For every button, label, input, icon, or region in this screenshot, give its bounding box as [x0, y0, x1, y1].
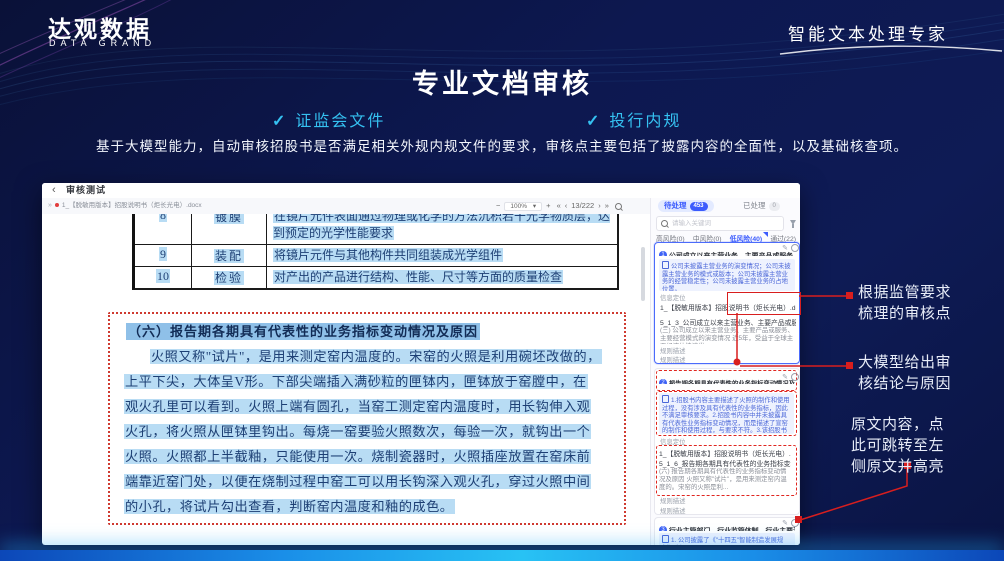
dismiss-icon[interactable] — [791, 373, 799, 381]
filter-funnel-icon[interactable] — [790, 220, 796, 225]
done-count-badge: 0 — [769, 202, 780, 211]
tab-toolbar-row: »1_【脱敏用版本】招股说明书（炬长光电）.docx −100% ▾ + « ‹13… — [42, 198, 650, 215]
doc-icon — [662, 395, 669, 403]
rule-desc-label[interactable]: 规则描述 — [660, 496, 686, 505]
slide-description: 基于大模型能力，自动审核招股书是否满足相关外规内规文件的要求，审核点主要包括了披… — [0, 135, 1004, 155]
card-number-badge: 3 — [659, 526, 667, 531]
expand-icon[interactable]: » — [48, 202, 52, 209]
tab-done[interactable]: 已处理0 — [743, 200, 780, 212]
dismiss-icon[interactable] — [791, 244, 799, 252]
audit-point-title: 公司成立以来主营业务、主要产品或服务、主要... — [669, 253, 795, 256]
chevron-down-icon: ▾ — [533, 203, 536, 210]
check-icon: ✓ — [586, 113, 601, 130]
audit-result: 1. 公司披露了《"十四五"智能制造发展规划》（中国... — [659, 533, 795, 545]
edit-icon[interactable]: ✎ — [782, 374, 788, 381]
card-number-badge: 1 — [659, 251, 667, 256]
audit-result: 1.招股书内容主要描述了火照的制作和使用过程，没有涉及具有代表性的业务指标，因此… — [659, 393, 794, 434]
table-row: 10 检验 对产出的产品进行结构、性能、尺寸等方面的质量检查 — [135, 266, 617, 288]
audit-point-ref[interactable]: 5_1_6_报告期各期具有代表性的业务指标变动情况及原因 — [659, 458, 791, 468]
tagline-underline — [778, 42, 1004, 58]
first-page-button[interactable]: « — [557, 201, 561, 210]
pending-count-badge: 453 — [690, 202, 708, 211]
audit-point-title: 报告期各期具有代表性的业务指标变动情况及原因 — [669, 380, 795, 384]
zoom-level[interactable]: 100% ▾ — [504, 202, 542, 211]
source-file-link[interactable]: 1_【脱敏用版本】招股说明书（炬长光电）.docx — [659, 448, 791, 458]
edit-icon[interactable]: ✎ — [782, 520, 788, 527]
audit-point-title: 行业主管部门、行业监管体制、行业主要法律法... — [669, 528, 795, 531]
audit-card-3[interactable]: 3行业主管部门、行业监管体制、行业主要法律法... ✎ 1. 公司披露了《"十四… — [654, 517, 800, 545]
bullet-internal: ✓投行内规 — [586, 107, 681, 131]
slide: 达观数据 DATA GRAND 智能文本处理专家 专业文档审核 ✓证监会文件 ✓… — [0, 0, 1004, 561]
table-row: 8 镀膜 在镜片元件表面通过物理或化学的方法沉积若干光学物质层，达到预定的光学性… — [135, 214, 617, 244]
section7-heading: （七）主要产品和业务符合产业政策和国家经济发展战略的情况 — [125, 539, 519, 540]
doc-icon — [662, 261, 669, 269]
back-icon[interactable]: ‹ — [52, 183, 56, 197]
logo-en: DATA GRAND — [49, 38, 156, 48]
rule-desc-label[interactable]: 规则描述 — [660, 346, 686, 355]
next-page-button[interactable]: › — [598, 201, 601, 210]
page-indicator: 13/222 — [571, 201, 594, 210]
annotation-llm-conclusion: 大模型给出审核结论与原因 — [858, 352, 954, 394]
source-excerpt[interactable]: (六) 报告期各期具有代表性的业务指标变动情况及原因 火照又称"试片"，是用来测… — [659, 468, 791, 492]
annotation-source-jump: 原文内容，点此可跳转至左侧原文并高亮 — [851, 414, 947, 477]
file-tab[interactable]: »1_【脱敏用版本】招股说明书（炬长光电）.docx — [48, 198, 202, 214]
unsaved-dot-icon — [55, 203, 59, 207]
highlight-annotation-box: （六）报告期各期具有代表性的业务指标变动情况及原因 火照又称"试片"，是用来测定… — [108, 312, 626, 525]
last-page-button[interactable]: » — [605, 201, 609, 210]
app-title: 审核测试 — [66, 183, 106, 198]
zoom-in-button[interactable]: + — [546, 201, 550, 210]
document-viewer[interactable]: 8 镀膜 在镜片元件表面通过物理或化学的方法沉积若干光学物质层，达到预定的光学性… — [42, 214, 650, 540]
section6-body[interactable]: 火照又称"试片"，是用来测定窑内温度的。宋窑的火照是利用碗坯改做的， 上平下尖，… — [124, 346, 616, 521]
review-panel: 待处理453 已处理0 高风险(0) 中风险(0) 低风险(40) 通过(22)… — [650, 198, 800, 545]
search-input[interactable] — [670, 217, 782, 230]
table-row: 9 装配 将镜片元件与其他构件共同组装成光学组件 — [135, 244, 617, 266]
audit-result: 公司未披露主营业务的演变情况；公司未披露主营业务的模式或版本；公司未披露主营业务… — [659, 259, 795, 291]
doc-scrollbar[interactable] — [641, 247, 645, 301]
prev-page-button[interactable]: ‹ — [565, 201, 568, 210]
doc-toolbar: −100% ▾ + « ‹13/222 › » — [494, 198, 624, 214]
dismiss-icon[interactable] — [791, 519, 799, 527]
search-icon — [661, 220, 668, 227]
card-number-badge: 2 — [659, 379, 667, 384]
search-box[interactable] — [656, 216, 784, 231]
source-excerpt[interactable]: (三) 公司成立以来主营业务、主要产品或服务、主要经营模式的演变情况 近5年，受… — [660, 327, 796, 344]
audit-point-ref[interactable]: 5_1_3_公司成立以来主营业务、主要产品或服务、主要经... — [660, 317, 796, 327]
doc-icon — [662, 535, 669, 543]
tab-pending[interactable]: 待处理453 — [658, 200, 714, 212]
edit-icon[interactable]: ✎ — [782, 245, 788, 252]
bottom-glow-bar — [0, 550, 1004, 561]
info-locate-label: 信息定位 — [660, 293, 686, 302]
page-title: 专业文档审核 — [0, 62, 1004, 101]
search-icon[interactable] — [615, 203, 622, 210]
audit-card-2[interactable]: 2报告期各期具有代表性的业务指标变动情况及原因 ✎ 1.招股书内容主要描述了火照… — [654, 368, 800, 515]
app-titlebar: ‹ 审核测试 — [42, 183, 800, 199]
bullet-csrc: ✓证监会文件 — [272, 107, 385, 131]
zoom-out-button[interactable]: − — [496, 201, 500, 210]
callout-rect-filename — [727, 292, 801, 315]
check-icon: ✓ — [272, 113, 287, 130]
rule-desc-label[interactable]: 规则描述 — [660, 506, 686, 515]
annotation-audit-points: 根据监管要求梳理的审核点 — [858, 282, 954, 324]
rule-desc-label[interactable]: 规则描述 — [660, 355, 686, 364]
section6-heading: （六）报告期各期具有代表性的业务指标变动情况及原因 — [126, 321, 480, 340]
app-window: ‹ 审核测试 »1_【脱敏用版本】招股说明书（炬长光电）.docx −100% … — [42, 183, 800, 545]
process-table: 8 镀膜 在镜片元件表面通过物理或化学的方法沉积若干光学物质层，达到预定的光学性… — [132, 214, 619, 290]
